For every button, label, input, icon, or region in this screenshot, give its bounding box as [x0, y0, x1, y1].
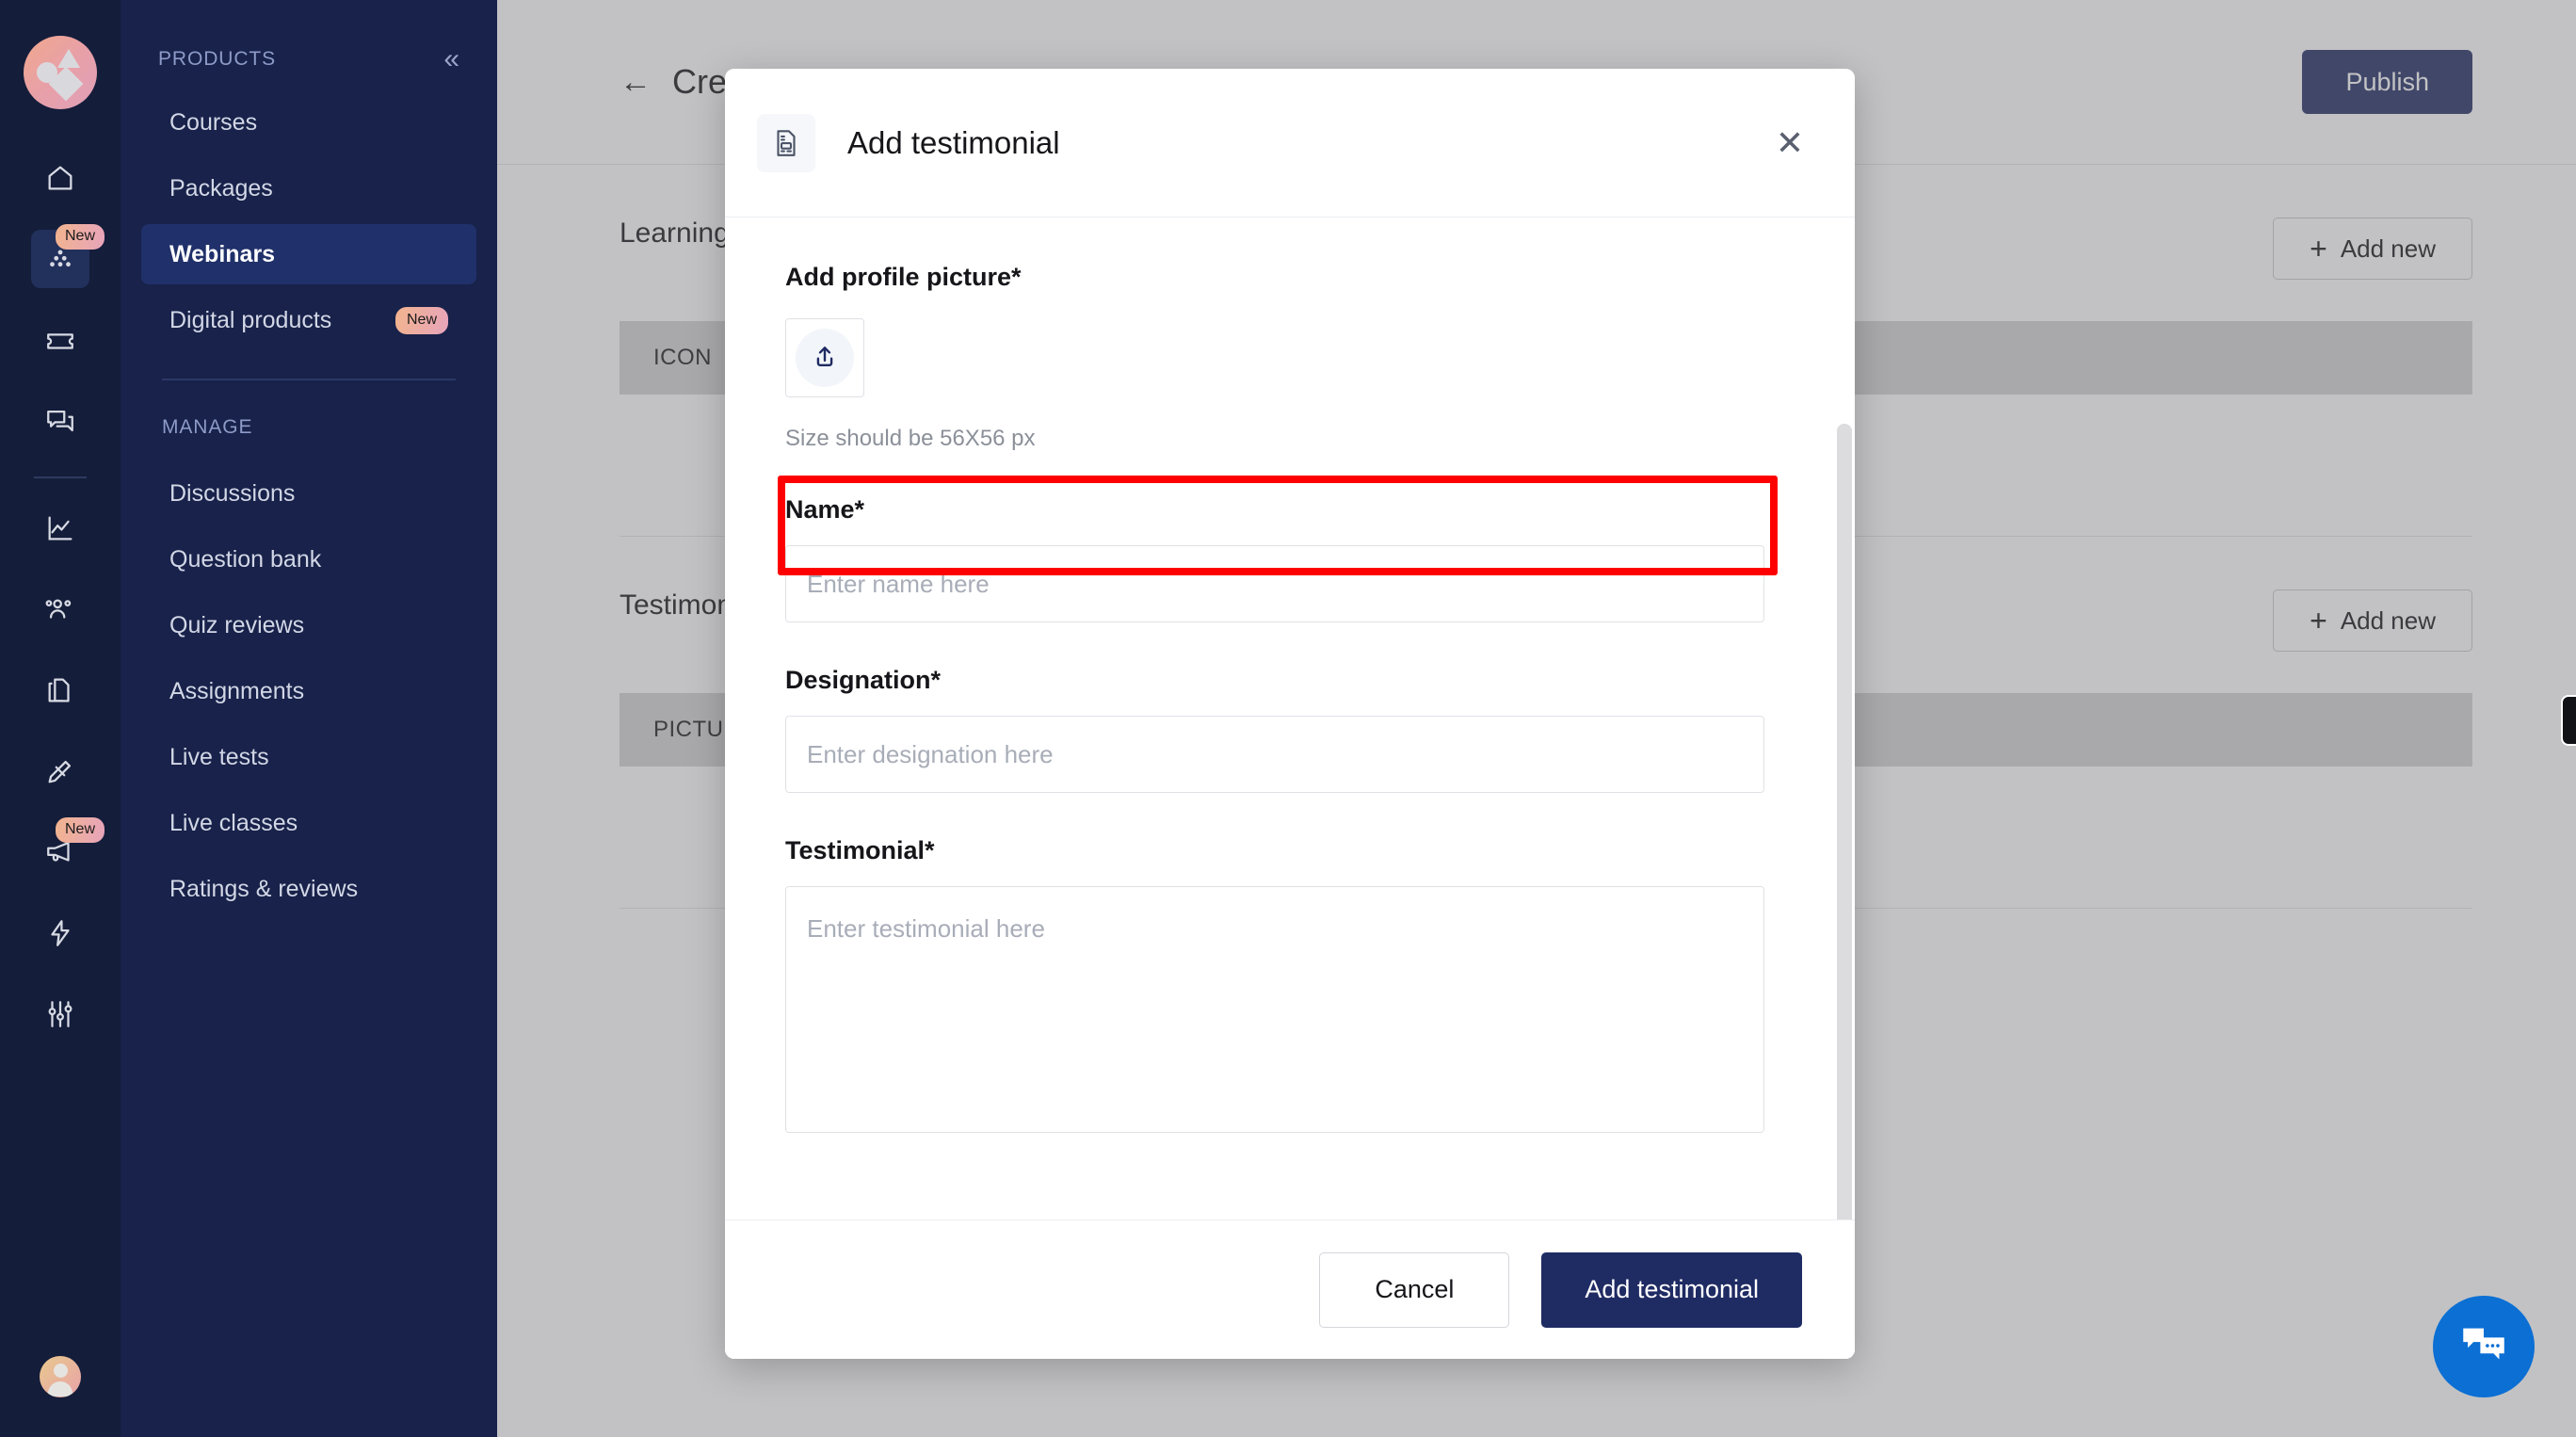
bolt-icon — [51, 920, 70, 946]
rail-item-design[interactable] — [31, 742, 89, 800]
upload-circle — [796, 329, 854, 387]
logo-triangle-shape — [57, 49, 80, 68]
profile-picture-group: Add profile picture* Size should be 56X5… — [785, 263, 1798, 452]
nav-header: PRODUCTS « — [137, 0, 480, 73]
icon-rail: New New — [0, 0, 121, 1437]
collapse-sidebar-icon[interactable]: « — [443, 45, 459, 73]
modal-container: Add testimonial ✕ Add profile picture* S… — [725, 69, 1855, 1359]
name-label: Name* — [785, 495, 865, 524]
users-icon — [45, 599, 72, 619]
edge-tab-handle[interactable] — [2561, 695, 2576, 746]
sidebar-item-label: Assignments — [169, 677, 305, 704]
home-icon — [48, 166, 72, 190]
sidebar-item-ratings-reviews[interactable]: Ratings & reviews — [141, 859, 476, 919]
sidebar-item-label: Live classes — [169, 809, 298, 836]
modal-title: Add testimonial — [847, 124, 1060, 160]
sidebar-item-label: Quiz reviews — [169, 611, 305, 638]
name-input[interactable] — [785, 545, 1764, 622]
rail-item-messages[interactable] — [31, 392, 89, 450]
brand-logo[interactable] — [24, 36, 97, 109]
rail-item-pages[interactable] — [31, 661, 89, 719]
nav-products-list: Courses Packages Webinars Digital produc… — [137, 92, 480, 350]
sidebar-item-digital-products[interactable]: Digital products New — [141, 290, 476, 350]
rail-item-marketing[interactable]: New — [31, 817, 105, 881]
nav-manage-list: Discussions Question bank Quiz reviews A… — [137, 463, 480, 919]
modal-icon-box — [757, 113, 815, 172]
cancel-button[interactable]: Cancel — [1319, 1251, 1510, 1328]
close-icon[interactable]: ✕ — [1776, 125, 1804, 160]
name-field-group: Name* — [785, 495, 1798, 622]
sidebar-item-quiz-reviews[interactable]: Quiz reviews — [141, 595, 476, 655]
rail-item-analytics[interactable] — [31, 499, 89, 557]
rail-badge-new: New — [55, 817, 105, 843]
rail-item-products[interactable]: New — [31, 224, 105, 288]
sidebar-item-discussions[interactable]: Discussions — [141, 463, 476, 524]
sidebar-item-courses[interactable]: Courses — [141, 92, 476, 153]
add-testimonial-submit-button[interactable]: Add testimonial — [1541, 1251, 1802, 1328]
app-root: ← Create webinar Publish Learning outcom… — [0, 0, 2576, 1437]
sidebar-item-label: Digital products — [169, 306, 332, 333]
modal-scrollbar[interactable] — [1837, 424, 1852, 1219]
sidebar-item-webinars[interactable]: Webinars — [141, 224, 476, 284]
sidebar-item-live-tests[interactable]: Live tests — [141, 727, 476, 787]
sidebar-item-label: Ratings & reviews — [169, 875, 359, 902]
sidebar-item-live-classes[interactable]: Live classes — [141, 793, 476, 853]
chat-icon — [47, 410, 73, 432]
sidebar-item-label: Packages — [169, 174, 273, 202]
chart-line-icon — [48, 516, 72, 541]
designation-field-group: Designation* — [785, 666, 1798, 793]
sidebar-item-question-bank[interactable]: Question bank — [141, 529, 476, 589]
document-icon — [777, 129, 796, 156]
nav-manage-label: MANAGE — [162, 416, 253, 438]
modal-footer: Cancel Add testimonial — [725, 1219, 1855, 1359]
testimonial-textarea[interactable] — [785, 886, 1764, 1133]
modal-scrollbar-thumb[interactable] — [1837, 424, 1852, 1219]
designation-label: Designation* — [785, 666, 942, 694]
rail-item-settings[interactable] — [31, 985, 89, 1043]
profile-picture-hint: Size should be 56X56 px — [785, 426, 1036, 451]
testimonial-label: Testimonial* — [785, 836, 935, 864]
rail-icon-list: New New — [0, 137, 121, 1055]
avatar[interactable] — [40, 1356, 81, 1397]
secondary-nav-panel: PRODUCTS « Courses Packages Webinars Dig… — [121, 0, 497, 1437]
rail-item-home[interactable] — [31, 149, 89, 207]
sidebar-item-packages[interactable]: Packages — [141, 158, 476, 218]
designation-input[interactable] — [785, 716, 1764, 793]
sidebar-item-label: Live tests — [169, 743, 269, 770]
modal-body: Add profile picture* Size should be 56X5… — [725, 218, 1855, 1219]
sidebar-item-assignments[interactable]: Assignments — [141, 661, 476, 721]
ticket-icon — [47, 333, 73, 349]
nav-section-label: PRODUCTS — [158, 48, 277, 70]
sidebar-item-label: Question bank — [169, 545, 322, 573]
modal-header: Add testimonial ✕ — [725, 69, 1855, 218]
sidebar-item-label: Webinars — [169, 240, 276, 267]
rail-divider — [34, 476, 87, 478]
rail-badge-new: New — [55, 224, 105, 250]
upload-icon — [816, 347, 833, 366]
sliders-icon — [48, 1001, 72, 1027]
chat-bubbles-icon — [2463, 1328, 2504, 1360]
profile-picture-label: Add profile picture* — [785, 263, 1022, 291]
chat-widget-button[interactable] — [2433, 1296, 2535, 1397]
sidebar-item-label: Courses — [169, 108, 258, 136]
testimonial-field-group: Testimonial* — [785, 836, 1798, 1138]
add-testimonial-modal: Add testimonial ✕ Add profile picture* S… — [725, 69, 1855, 1359]
profile-picture-upload-button[interactable] — [785, 318, 864, 397]
copy-icon — [48, 678, 70, 702]
sidebar-item-label: Discussions — [169, 479, 296, 507]
rail-item-orders[interactable] — [31, 311, 89, 369]
pen-ruler-icon — [48, 760, 72, 783]
rail-item-automation[interactable] — [31, 904, 89, 962]
rail-item-learners[interactable] — [31, 580, 89, 638]
sidebar-badge-new: New — [394, 306, 448, 334]
